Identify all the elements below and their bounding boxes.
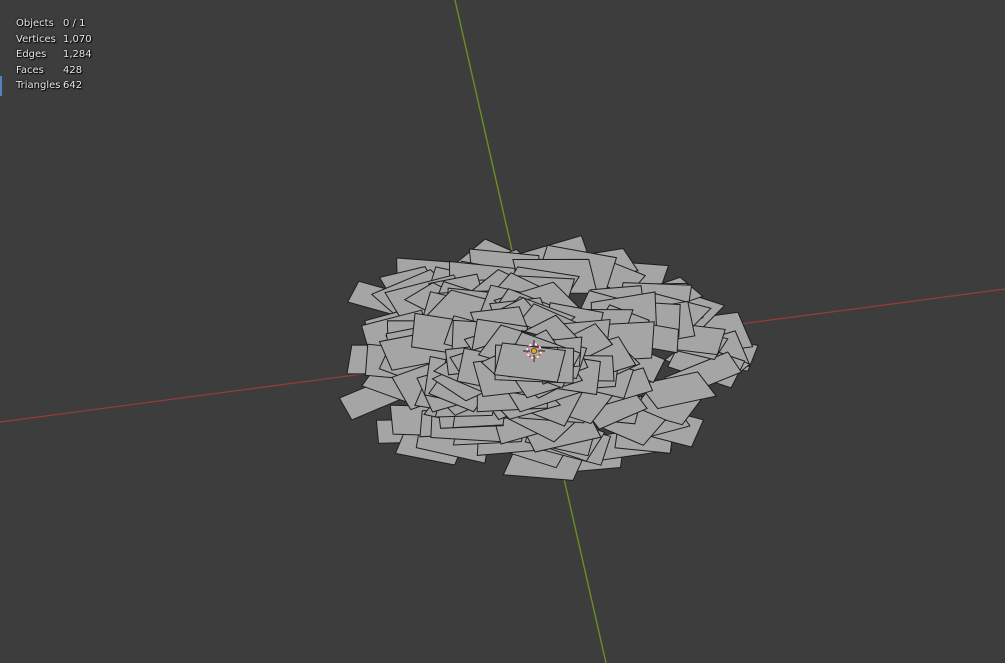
stat-label: Faces bbox=[16, 64, 44, 76]
stat-objects: Objects 0 / 1 bbox=[16, 16, 92, 32]
plane-face[interactable] bbox=[493, 342, 567, 383]
stat-value: 428 bbox=[63, 64, 83, 76]
stat-value: 1,070 bbox=[63, 33, 92, 45]
viewport-scene[interactable] bbox=[0, 0, 1005, 663]
stat-value: 642 bbox=[63, 80, 83, 91]
stat-faces: Faces 428 bbox=[16, 63, 92, 79]
stat-label: Vertices bbox=[16, 33, 56, 45]
stat-triangles: Triangles 642 bbox=[16, 78, 92, 94]
region-edge-marker bbox=[0, 76, 2, 96]
stat-label: Triangles bbox=[16, 80, 61, 91]
stat-edges: Edges 1,284 bbox=[16, 47, 92, 63]
stat-vertices: Vertices 1,070 bbox=[16, 32, 92, 48]
3d-viewport[interactable]: Objects 0 / 1 Vertices 1,070 Edges 1,284… bbox=[0, 0, 1005, 663]
stat-label: Objects bbox=[16, 18, 54, 29]
stat-value: 0 / 1 bbox=[63, 18, 86, 29]
statistics-overlay: Objects 0 / 1 Vertices 1,070 Edges 1,284… bbox=[16, 16, 92, 94]
scattered-planes-mesh[interactable] bbox=[338, 235, 759, 481]
stat-label: Edges bbox=[16, 49, 47, 60]
stat-value: 1,284 bbox=[63, 49, 92, 60]
